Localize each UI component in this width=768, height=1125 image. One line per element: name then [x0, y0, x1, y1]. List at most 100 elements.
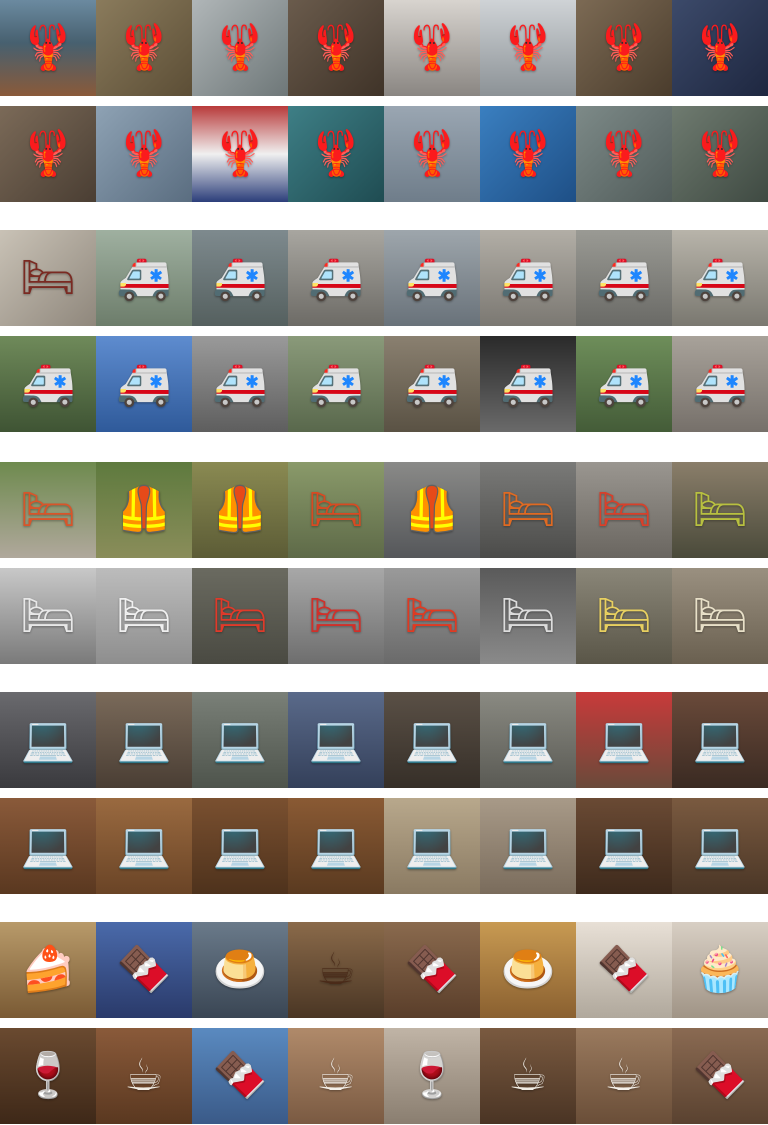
ambulance-image: 🚑 [692, 252, 748, 303]
laptop-image: 💻 [212, 820, 268, 871]
thumbnail-lobster: 🦞 [192, 106, 288, 202]
thumbnail-lobster: 🦞 [288, 0, 384, 96]
thumbnail-ambulance: 🚑 [288, 230, 384, 326]
stretcher-image: 🛏 [308, 590, 364, 641]
laptop-image: 💻 [116, 714, 172, 765]
ambulance-image: 🚑 [596, 252, 652, 303]
lobster-image: 🦞 [692, 22, 748, 73]
lobster-image: 🦞 [212, 128, 268, 179]
chocolate-image: 🧁 [692, 944, 748, 995]
thumbnail-stretcher: 🦺 [192, 462, 288, 558]
stretcher-image: 🦺 [116, 484, 172, 535]
thumbnail-lobster: 🦞 [576, 106, 672, 202]
laptop-image: 💻 [404, 820, 460, 871]
thumbnail-stretcher: 🛏 [288, 568, 384, 664]
thumbnail-stretcher: 🛏 [576, 568, 672, 664]
laptop-image: 💻 [596, 820, 652, 871]
row-stretcher-2: 🛏 🛏 🛏 🛏 🛏 🛏 🛏 🛏 [0, 568, 768, 664]
thumbnail-lobster: 🦞 [384, 0, 480, 96]
thumbnail-stretcher: 🛏 [384, 568, 480, 664]
stretcher-image: 🛏 [20, 590, 76, 641]
stretcher-image: 🛏 [308, 484, 364, 535]
row-laptop-1: 💻 💻 💻 💻 💻 💻 💻 💻 [0, 692, 768, 788]
stretcher-image: 🛏 [500, 590, 556, 641]
thumbnail-laptop: 💻 [480, 798, 576, 894]
thumbnail-lobster: 🦞 [672, 0, 768, 96]
chocolate-image: 🍷 [404, 1050, 460, 1101]
row-ambulance-1: 🛏 🚑 🚑 🚑 🚑 🚑 🚑 🚑 [0, 230, 768, 326]
ambulance-image: 🚑 [596, 358, 652, 409]
block-stretcher: 🛏 🦺 🦺 🛏 🦺 🛏 🛏 🛏 🛏 🛏 🛏 🛏 🛏 🛏 🛏 🛏 [0, 462, 768, 664]
lobster-image: 🦞 [596, 22, 652, 73]
thumbnail-ambulance: 🚑 [480, 230, 576, 326]
thumbnail-chocolate: ☕ [96, 1028, 192, 1124]
thumbnail-laptop: 💻 [384, 692, 480, 788]
lobster-image: 🦞 [308, 128, 364, 179]
thumbnail-ambulance: 🚑 [96, 230, 192, 326]
thumbnail-ambulance: 🚑 [576, 336, 672, 432]
thumbnail-lobster: 🦞 [480, 106, 576, 202]
lobster-image: 🦞 [596, 128, 652, 179]
thumbnail-laptop: 💻 [384, 798, 480, 894]
thumbnail-laptop: 💻 [0, 692, 96, 788]
chocolate-image: 🍫 [212, 1050, 268, 1101]
laptop-image: 💻 [404, 714, 460, 765]
chocolate-image: ☕ [508, 1050, 548, 1101]
ambulance-image: 🚑 [404, 358, 460, 409]
thumbnail-chocolate: 🍮 [480, 922, 576, 1018]
laptop-image: 💻 [212, 714, 268, 765]
lobster-image: 🦞 [20, 128, 76, 179]
stretcher-image: 🛏 [596, 484, 652, 535]
lobster-image: 🦞 [212, 22, 268, 73]
laptop-image: 💻 [20, 820, 76, 871]
thumbnail-stretcher: 🦺 [384, 462, 480, 558]
thumbnail-stretcher: 🛏 [480, 568, 576, 664]
thumbnail-chocolate: 🍰 [0, 922, 96, 1018]
thumbnail-lobster: 🦞 [0, 0, 96, 96]
stretcher-image: 🛏 [692, 590, 748, 641]
thumbnail-ambulance: 🚑 [288, 336, 384, 432]
thumbnail-ambulance: 🚑 [384, 230, 480, 326]
thumbnail-stretcher: 🛏 [288, 462, 384, 558]
ambulance-image: 🚑 [500, 358, 556, 409]
thumbnail-chocolate: 🧁 [672, 922, 768, 1018]
laptop-image: 💻 [116, 820, 172, 871]
stretcher-image: 🦺 [404, 484, 460, 535]
ambulance-image: 🚑 [404, 252, 460, 303]
ambulance-image: 🚑 [20, 358, 76, 409]
thumbnail-stretcher: 🛏 [672, 568, 768, 664]
thumbnail-laptop: 💻 [96, 798, 192, 894]
laptop-image: 💻 [596, 714, 652, 765]
chocolate-image: 🍮 [212, 944, 268, 995]
ambulance-image: 🚑 [500, 252, 556, 303]
chocolate-image: 🍰 [20, 944, 76, 995]
thumbnail-stretcher: 🛏 [0, 462, 96, 558]
chocolate-image: ☕ [124, 1050, 164, 1101]
chocolate-image: 🍫 [116, 944, 172, 995]
thumbnail-laptop: 💻 [480, 692, 576, 788]
row-lobster-1: 🦞 🦞 🦞 🦞 🦞 🦞 🦞 🦞 [0, 0, 768, 96]
chocolate-image: 🍮 [500, 944, 556, 995]
thumbnail-lobster: 🦞 [96, 106, 192, 202]
thumbnail-laptop: 💻 [192, 798, 288, 894]
thumbnail-stretcher: 🛏 [96, 568, 192, 664]
stretcher-image: 🛏 [20, 484, 76, 535]
chocolate-image: ☕ [316, 1050, 356, 1101]
thumbnail-stretcher: 🦺 [96, 462, 192, 558]
lobster-image: 🦞 [692, 128, 748, 179]
thumbnail-ambulance: 🚑 [576, 230, 672, 326]
row-stretcher-1: 🛏 🦺 🦺 🛏 🦺 🛏 🛏 🛏 [0, 462, 768, 558]
thumbnail-chocolate: ☕ [480, 1028, 576, 1124]
stretcher-image: 🛏 [500, 484, 556, 535]
thumbnail-chocolate: 🍫 [96, 922, 192, 1018]
lobster-image: 🦞 [20, 22, 76, 73]
thumbnail-lobster: 🦞 [480, 0, 576, 96]
thumbnail-chocolate: 🍮 [192, 922, 288, 1018]
laptop-image: 💻 [20, 714, 76, 765]
thumbnail-chocolate: 🍷 [0, 1028, 96, 1124]
thumbnail-ambulance: 🛏 [0, 230, 96, 326]
row-lobster-2: 🦞 🦞 🦞 🦞 🦞 🦞 🦞 🦞 [0, 106, 768, 202]
lobster-image: 🦞 [404, 128, 460, 179]
thumbnail-lobster: 🦞 [0, 106, 96, 202]
thumbnail-lobster: 🦞 [384, 106, 480, 202]
